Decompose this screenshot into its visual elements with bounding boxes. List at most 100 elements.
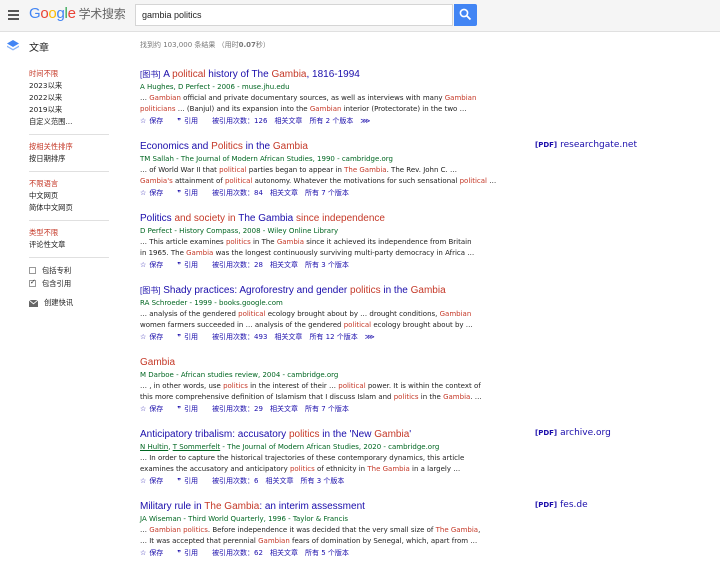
result-snippet: … , in other words, use politics in the …: [140, 381, 481, 392]
title-segment: Gambia: [140, 357, 176, 368]
related-articles-link[interactable]: 相关文章: [270, 549, 298, 557]
result-title-link[interactable]: Economics and Politics in the Gambia: [140, 140, 480, 153]
more-options-icon[interactable]: ⋙: [365, 333, 375, 341]
versions-link[interactable]: 所有 7 个版本: [305, 189, 349, 197]
lang-chinese-link[interactable]: 中文网页: [29, 190, 109, 202]
cited-by-link[interactable]: 被引用次数：29: [212, 405, 263, 413]
related-articles-link[interactable]: 相关文章: [270, 261, 298, 269]
save-button[interactable]: ☆ 保存: [140, 549, 170, 557]
cite-label: 引用: [184, 117, 199, 125]
related-articles-link[interactable]: 相关文章: [270, 189, 298, 197]
result-snippet: examines the accusatory and anticipatory…: [140, 464, 480, 475]
search-input[interactable]: gambia politics: [135, 4, 453, 26]
author-link[interactable]: T Sommerfelt: [173, 443, 221, 451]
result-snippet: … Gambian politics. Before independence …: [140, 525, 480, 536]
snippet-segment: interior (Protectorate) in the two …: [341, 105, 467, 113]
title-segment: Politics: [211, 141, 243, 152]
cited-by-link[interactable]: 被引用次数：6: [212, 477, 258, 485]
snippet-segment: ecology brought about by … drought condi…: [265, 310, 440, 318]
snippet-segment: Gambian: [149, 94, 181, 102]
versions-link[interactable]: 所有 3 个版本: [305, 261, 349, 269]
cite-button[interactable]: ❞ 引用: [177, 261, 205, 269]
lang-any-link[interactable]: 不限语言: [29, 178, 109, 190]
versions-link[interactable]: 所有 7 个版本: [305, 405, 349, 413]
time-any-link[interactable]: 时间不限: [29, 68, 109, 80]
save-button[interactable]: ☆ 保存: [140, 189, 170, 197]
cite-button[interactable]: ❞ 引用: [177, 333, 205, 341]
cite-button[interactable]: ❞ 引用: [177, 189, 205, 197]
author-link[interactable]: N Hultin: [140, 443, 168, 451]
snippet-segment: women farmers succeeded in … analysis of…: [140, 321, 344, 329]
save-label: 保存: [149, 189, 164, 197]
menu-icon[interactable]: [8, 10, 19, 20]
cite-button[interactable]: ❞ 引用: [177, 549, 205, 557]
result-title-link[interactable]: Politics and society in The Gambia since…: [140, 212, 480, 225]
save-label: 保存: [149, 117, 164, 125]
pdf-link[interactable]: [PDF] researchgate.net: [535, 140, 637, 150]
mail-icon: [29, 299, 38, 307]
snippet-segment: Gambian: [309, 105, 342, 113]
time-custom-link[interactable]: 自定义范围...: [29, 116, 109, 128]
result-title-link[interactable]: Military rule in The Gambia: an interim …: [140, 500, 480, 513]
save-button[interactable]: ☆ 保存: [140, 405, 170, 413]
type-any-link[interactable]: 类型不限: [29, 227, 109, 239]
snippet-segment: Gambian: [439, 310, 472, 318]
versions-link[interactable]: 所有 12 个版本: [309, 333, 357, 341]
include-citations-checkbox[interactable]: 包含引用: [29, 277, 109, 290]
related-articles-link[interactable]: 相关文章: [266, 477, 294, 485]
related-articles-link[interactable]: 相关文章: [270, 405, 298, 413]
cited-by-link[interactable]: 被引用次数：28: [212, 261, 263, 269]
save-button[interactable]: ☆ 保存: [140, 261, 170, 269]
search-button[interactable]: [454, 4, 477, 26]
snippet-segment: The Gambia: [367, 465, 410, 473]
time-2023-link[interactable]: 2023以来: [29, 80, 109, 92]
sort-relevance-link[interactable]: 按相关性排序: [29, 141, 109, 153]
versions-link[interactable]: 所有 3 个版本: [301, 477, 345, 485]
title-segment: Shady practices: Agroforestry and gender: [160, 285, 351, 296]
book-tag: [图书]: [140, 286, 161, 295]
more-options-icon[interactable]: ⋙: [360, 117, 370, 125]
versions-link[interactable]: 所有 5 个版本: [305, 549, 349, 557]
cite-button[interactable]: ❞ 引用: [177, 405, 205, 413]
snippet-segment: this more comprehensive definition of Is…: [140, 393, 394, 401]
sort-date-link[interactable]: 按日期排序: [29, 153, 109, 165]
type-review-link[interactable]: 评论性文章: [29, 239, 109, 251]
section-title: 文章: [29, 43, 49, 54]
quote-icon: ❞: [177, 261, 182, 269]
save-button[interactable]: ☆ 保存: [140, 333, 170, 341]
quote-icon: ❞: [177, 117, 182, 125]
result-count: 找到约 103,000 条结果 （用时0.07秒）: [140, 41, 270, 49]
save-button[interactable]: ☆ 保存: [140, 477, 170, 485]
snippet-segment: power. It is within the context of: [365, 382, 481, 390]
result-title-link[interactable]: [图书] Shady practices: Agroforestry and g…: [140, 284, 480, 297]
related-articles-link[interactable]: 相关文章: [274, 117, 302, 125]
pdf-link[interactable]: [PDF] fes.de: [535, 500, 588, 510]
versions-link[interactable]: 所有 2 个版本: [309, 117, 353, 125]
snippet-segment: Gambian: [444, 94, 477, 102]
time-2019-link[interactable]: 2019以来: [29, 104, 109, 116]
scholar-logo[interactable]: Google 学术搜索: [29, 5, 126, 22]
result-snippet: … This article examines politics in The …: [140, 237, 480, 248]
result-title-link[interactable]: Gambia: [140, 356, 480, 369]
cited-by-link[interactable]: 被引用次数：62: [212, 549, 263, 557]
related-articles-link[interactable]: 相关文章: [274, 333, 302, 341]
cited-by-link[interactable]: 被引用次数：493: [212, 333, 267, 341]
result-title-link[interactable]: Anticipatory tribalism: accusatory polit…: [140, 428, 480, 441]
cite-button[interactable]: ❞ 引用: [177, 117, 205, 125]
pdf-link[interactable]: [PDF] archive.org: [535, 428, 611, 438]
result-title-link[interactable]: [图书] A political history of The Gambia, …: [140, 68, 480, 81]
save-button[interactable]: ☆ 保存: [140, 117, 170, 125]
title-segment: politics: [350, 285, 381, 296]
snippet-segment: ,: [478, 526, 481, 534]
cite-button[interactable]: ❞ 引用: [177, 477, 205, 485]
cited-by-link[interactable]: 被引用次数：126: [212, 117, 267, 125]
cited-by-link[interactable]: 被引用次数：84: [212, 189, 263, 197]
time-2022-link[interactable]: 2022以来: [29, 92, 109, 104]
create-alert-link[interactable]: 创建快讯: [29, 298, 109, 308]
lang-simplified-link[interactable]: 简体中文网页: [29, 202, 109, 214]
star-icon: ☆: [140, 189, 147, 197]
snippet-segment: politics: [225, 238, 251, 246]
source-info: - The Journal of Modern African Studies,…: [220, 443, 440, 451]
snippet-segment: … (Banjul) and its expansion into the: [175, 105, 310, 113]
include-patents-checkbox[interactable]: 包括专利: [29, 264, 109, 277]
